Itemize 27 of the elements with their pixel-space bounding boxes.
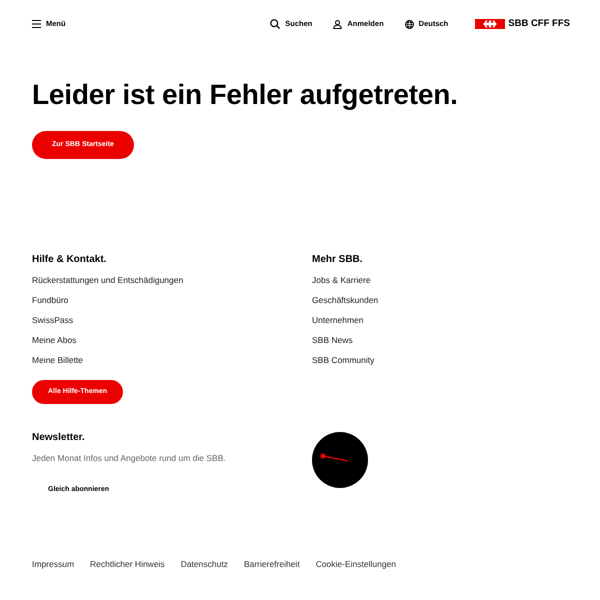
column-heading: Hilfe & Kontakt. (32, 253, 106, 267)
footer-link[interactable]: SBB Community (312, 350, 374, 370)
clock-icon (312, 432, 368, 488)
footer-link[interactable]: SBB News (312, 330, 353, 350)
user-icon (333, 20, 342, 28)
footer-link[interactable]: Unternehmen (312, 310, 364, 330)
legal-link[interactable]: Datenschutz (180, 558, 228, 570)
legal-link[interactable]: Impressum (32, 558, 74, 570)
footer-link[interactable]: Meine Billette (32, 350, 84, 370)
menu-icon (32, 20, 41, 28)
footer-link[interactable]: SwissPass (32, 310, 74, 330)
error-heading: Leider ist ein Fehler aufgetreten. (32, 78, 459, 112)
footer-link[interactable]: Meine Abos (32, 330, 76, 350)
footer-link[interactable]: Jobs & Karriere (312, 270, 371, 290)
newsletter-text: Jeden Monat Infos und Angebote rund um die SBB. (32, 452, 226, 464)
footer-link[interactable]: Geschäftskunden (312, 290, 378, 310)
footer-link[interactable]: Fundbüro (32, 290, 68, 310)
legal-link[interactable]: Barrierefreiheit (244, 558, 300, 570)
legal-link[interactable]: Rechtlicher Hinweis (90, 558, 165, 570)
footer-link[interactable]: Rückerstattungen und Entschädigungen (32, 270, 184, 290)
logo-link[interactable]: SBB CFF FFS (475, 16, 570, 32)
logo-icon (475, 19, 506, 29)
legal-link[interactable]: Cookie-Einstellungen (316, 558, 396, 570)
column-heading: Mehr SBB. (312, 253, 363, 267)
search-icon (270, 19, 280, 29)
newsletter-heading: Newsletter. (32, 431, 85, 445)
globe-icon (404, 20, 414, 28)
